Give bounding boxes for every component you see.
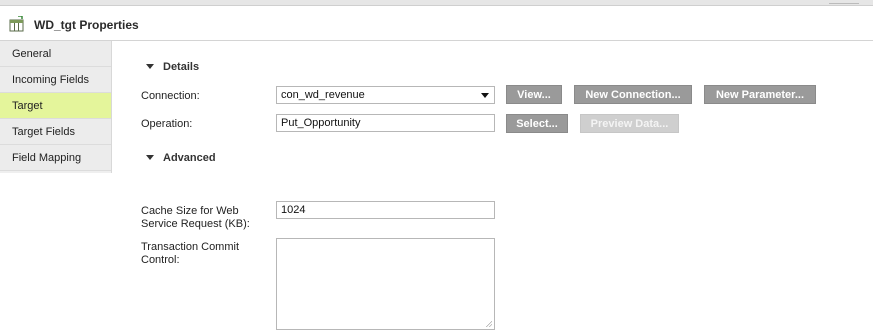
details-section-toggle[interactable]: Details (146, 61, 199, 73)
sidebar-item-incoming-fields[interactable]: Incoming Fields (0, 67, 111, 93)
new-parameter-button[interactable]: New Parameter... (704, 85, 816, 104)
properties-sidebar: General Incoming Fields Target Target Fi… (0, 41, 112, 173)
properties-header: WD_tgt Properties (0, 10, 873, 41)
chevron-down-icon (481, 93, 489, 98)
cache-size-label: Cache Size for Web Service Request (KB): (141, 205, 250, 230)
commit-control-label: Transaction Commit Control: (141, 241, 240, 266)
sidebar-item-field-mapping[interactable]: Field Mapping (0, 145, 111, 171)
sidebar-item-target[interactable]: Target (0, 93, 111, 119)
cache-size-field[interactable]: 1024 (276, 201, 495, 219)
cache-size-value: 1024 (281, 204, 306, 216)
connection-label: Connection: (141, 90, 200, 102)
collapse-triangle-icon (146, 64, 154, 69)
panel-title: WD_tgt Properties (34, 18, 139, 32)
preview-data-button[interactable]: Preview Data... (580, 114, 679, 133)
window-top-strip (0, 0, 873, 6)
operation-field[interactable]: Put_Opportunity (276, 114, 495, 132)
operation-label: Operation: (141, 118, 193, 130)
connection-select[interactable]: con_wd_revenue (276, 86, 495, 104)
view-button[interactable]: View... (506, 85, 562, 104)
sidebar-item-target-fields[interactable]: Target Fields (0, 119, 111, 145)
advanced-heading: Advanced (163, 152, 216, 164)
select-button[interactable]: Select... (506, 114, 568, 133)
commit-control-textarea[interactable] (276, 238, 495, 330)
new-connection-button[interactable]: New Connection... (574, 85, 692, 104)
table-target-icon (9, 15, 25, 32)
details-heading: Details (163, 61, 200, 73)
resize-grip-icon[interactable] (485, 320, 492, 327)
advanced-section-toggle[interactable]: Advanced (146, 152, 216, 164)
operation-value: Put_Opportunity (281, 117, 361, 129)
collapse-triangle-icon (146, 155, 154, 160)
sidebar-item-general[interactable]: General (0, 41, 111, 67)
connection-value: con_wd_revenue (281, 89, 365, 101)
